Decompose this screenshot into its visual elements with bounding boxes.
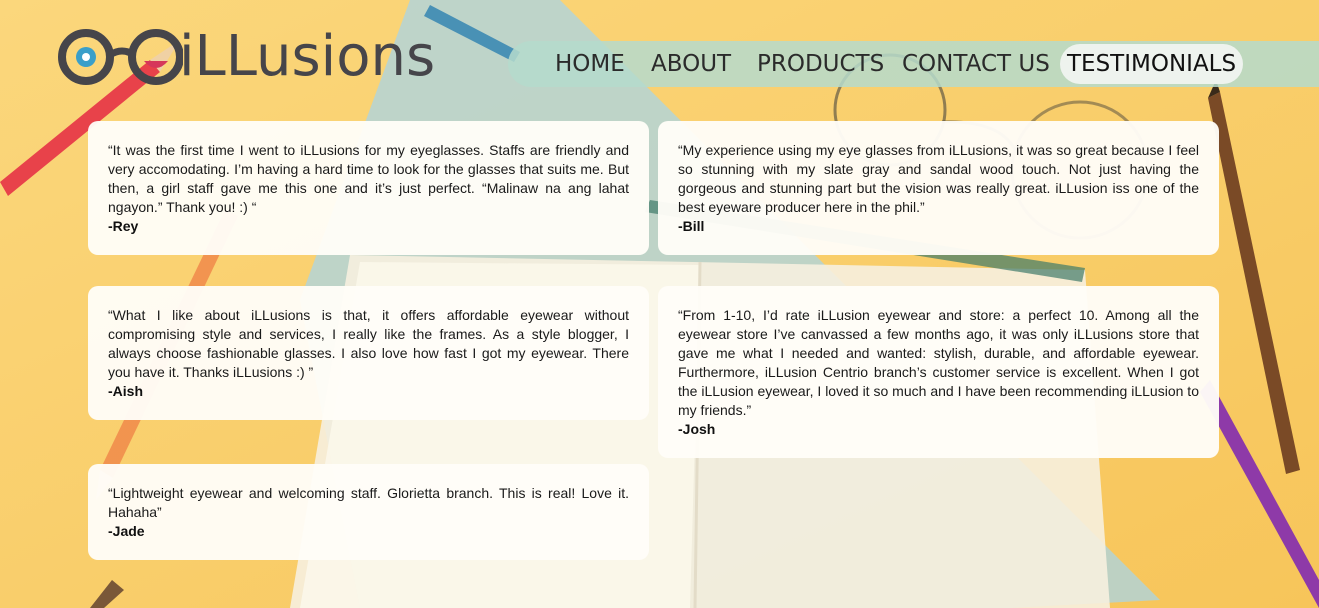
brand-logo[interactable]: iLLusions	[58, 22, 435, 92]
testimonial-quote: “Lightweight eyewear and welcoming staff…	[108, 485, 629, 520]
testimonial-card-rey: “It was the first time I went to iLLusio…	[88, 121, 649, 255]
testimonial-author: -Josh	[678, 421, 716, 437]
nav-contact-us[interactable]: CONTACT US	[902, 44, 1050, 84]
nav-products[interactable]: PRODUCTS	[757, 44, 884, 84]
testimonial-card-jade: “Lightweight eyewear and welcoming staff…	[88, 464, 649, 560]
eyeglasses-logo-icon	[58, 29, 183, 85]
testimonial-card-bill: “My experience using my eye glasses from…	[658, 121, 1219, 255]
testimonial-quote: “From 1-10, I’d rate iLLusion eyewear an…	[678, 307, 1199, 418]
testimonial-quote: “My experience using my eye glasses from…	[678, 142, 1199, 215]
testimonial-quote: “What I like about iLLusions is that, it…	[108, 307, 629, 380]
testimonial-quote: “It was the first time I went to iLLusio…	[108, 142, 629, 215]
testimonial-author: -Bill	[678, 218, 705, 234]
testimonial-author: -Aish	[108, 383, 143, 399]
testimonial-author: -Rey	[108, 218, 139, 234]
nav-testimonials[interactable]: TESTIMONIALS	[1060, 44, 1244, 84]
testimonial-card-aish: “What I like about iLLusions is that, it…	[88, 286, 649, 420]
nav-about[interactable]: ABOUT	[651, 44, 731, 84]
brand-name: iLLusions	[179, 24, 436, 89]
testimonial-author: -Jade	[108, 523, 145, 539]
nav-home[interactable]: HOME	[555, 44, 625, 84]
testimonial-card-josh: “From 1-10, I’d rate iLLusion eyewear an…	[658, 286, 1219, 458]
